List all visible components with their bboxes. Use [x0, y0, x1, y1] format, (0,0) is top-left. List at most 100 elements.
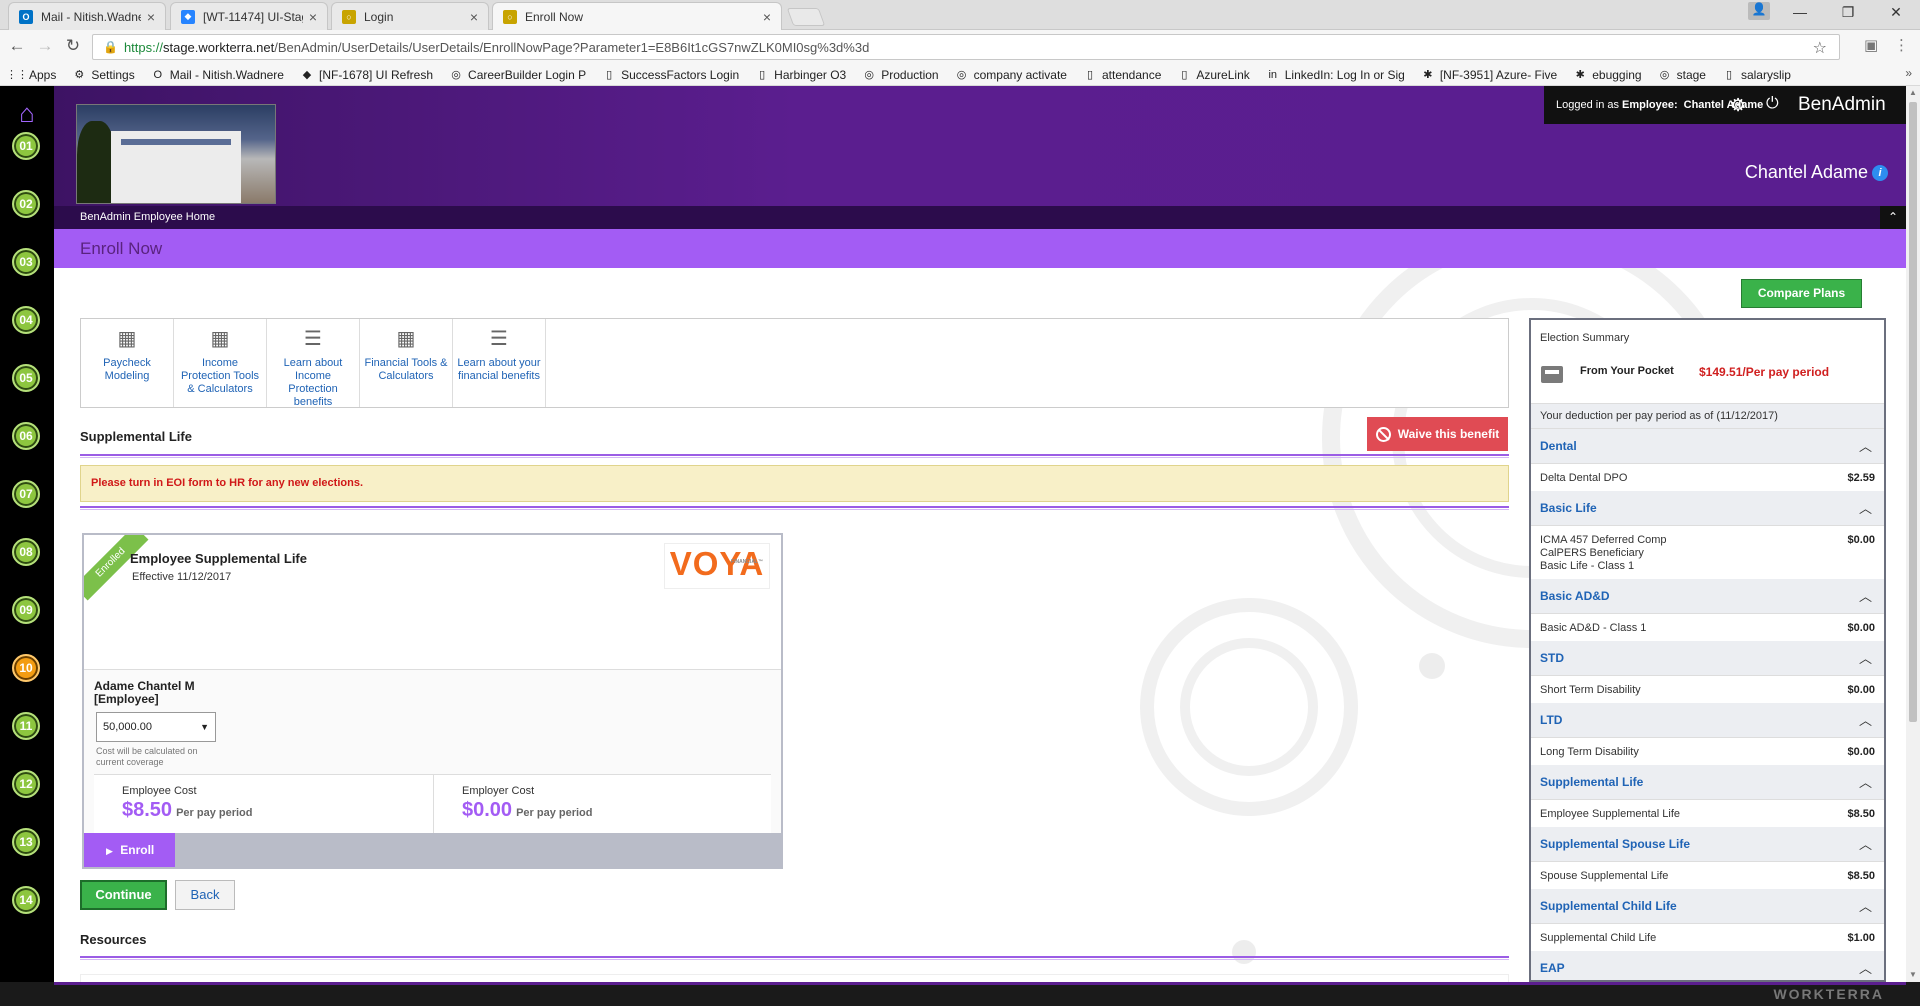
step-03[interactable]: 03	[12, 248, 40, 276]
tab-close-icon[interactable]: ×	[763, 9, 771, 25]
step-04[interactable]: 04	[12, 306, 40, 334]
waive-benefit-button[interactable]: Waive this benefit	[1367, 417, 1508, 451]
tab-close-icon[interactable]: ×	[470, 9, 478, 25]
chevron-up-icon[interactable]: ︿	[1859, 491, 1872, 526]
cost-row: Employee Cost $8.50 Per pay period Employ…	[94, 774, 771, 834]
tab-close-icon[interactable]: ×	[309, 9, 317, 25]
step-14[interactable]: 14	[12, 886, 40, 914]
bookmark-item[interactable]: ◎ stage	[1658, 68, 1706, 82]
chevron-up-icon[interactable]: ︿	[1859, 765, 1872, 800]
step-12[interactable]: 12	[12, 770, 40, 798]
reload-icon[interactable]: ↻	[62, 36, 84, 56]
bookmark-star-icon[interactable]: ☆	[1813, 38, 1827, 58]
bookmark-item[interactable]: ▯ attendance	[1083, 68, 1161, 82]
profile-icon[interactable]: 👤	[1748, 2, 1770, 20]
compare-plans-button[interactable]: Compare Plans	[1741, 279, 1862, 308]
browser-tab[interactable]: ○ Login ×	[331, 2, 489, 30]
extension-icon[interactable]: ▣	[1864, 36, 1878, 54]
chevron-up-icon[interactable]: ︿	[1859, 889, 1872, 924]
calculator-icon: ▦	[396, 328, 416, 350]
gear-icon[interactable]: ⚙	[1730, 95, 1746, 116]
step-06[interactable]: 06	[12, 422, 40, 450]
tool-link[interactable]: ☰ Learn about your financial benefits	[453, 319, 546, 407]
step-02[interactable]: 02	[12, 190, 40, 218]
back-arrow-icon[interactable]: ←	[6, 36, 28, 56]
step-01[interactable]: 01	[12, 132, 40, 160]
browser-tab[interactable]: O Mail - Nitish.Wadnere@ ×	[8, 2, 166, 30]
scroll-down-icon[interactable]: ▼	[1906, 968, 1920, 982]
bookmark-item[interactable]: ◎ company activate	[955, 68, 1067, 82]
chevron-up-icon[interactable]: ︿	[1859, 951, 1872, 980]
tab-favicon-icon: O	[19, 9, 33, 24]
step-08[interactable]: 08	[12, 538, 40, 566]
summary-category-header[interactable]: Supplemental Child Life ︿	[1531, 889, 1884, 924]
bookmark-item[interactable]: ✱ [NF-3951] Azure- Five	[1421, 68, 1557, 82]
chevron-up-icon[interactable]: ︿	[1859, 641, 1872, 676]
chevron-up-icon[interactable]: ︿	[1859, 579, 1872, 614]
maximize-icon[interactable]: ❐	[1828, 4, 1868, 21]
new-tab-button[interactable]	[786, 8, 826, 26]
browser-tab[interactable]: ◆ [WT-11474] UI-Stage an ×	[170, 2, 328, 30]
bookmark-item[interactable]: ◆ [NF-1678] UI Refresh	[300, 68, 433, 82]
back-button[interactable]: Back	[175, 880, 235, 910]
bookmark-item[interactable]: ▯ AzureLink	[1177, 68, 1249, 82]
bookmark-item[interactable]: O Mail - Nitish.Wadnere	[151, 68, 284, 82]
bookmark-item[interactable]: in LinkedIn: Log In or Sig	[1266, 68, 1404, 82]
bookmark-item[interactable]: ⋮⋮Apps	[10, 68, 56, 82]
power-icon[interactable]: ⏻	[1766, 95, 1779, 113]
coverage-amount-select[interactable]: 50,000.00 ▼	[96, 712, 216, 742]
step-10[interactable]: 10	[12, 654, 40, 682]
tool-link[interactable]: ▦ Paycheck Modeling	[81, 319, 174, 407]
continue-button[interactable]: Continue	[80, 880, 167, 910]
bookmarks-bar: ⋮⋮Apps ⚙ Settings O Mail - Nitish.Wadnere ◆ [N…	[0, 64, 1920, 86]
tool-link[interactable]: ▦ Financial Tools & Calculators	[360, 319, 453, 407]
employee-home-link[interactable]: BenAdmin Employee Home	[54, 206, 1906, 229]
step-07[interactable]: 07	[12, 480, 40, 508]
info-icon[interactable]: i	[1872, 165, 1888, 181]
collapse-header-button[interactable]: ⌃	[1880, 206, 1906, 229]
bookmarks-overflow-icon[interactable]: »	[1905, 66, 1912, 80]
category-name: Basic Life	[1540, 501, 1597, 515]
bookmark-item[interactable]: ✱ ebugging	[1573, 68, 1642, 82]
summary-category-header[interactable]: Basic Life ︿	[1531, 491, 1884, 526]
chevron-up-icon[interactable]: ︿	[1859, 429, 1872, 464]
page-scrollbar[interactable]: ▲ ▼	[1906, 86, 1920, 982]
address-bar[interactable]: 🔒 https:// stage.workterra.net /BenAdmin…	[92, 34, 1840, 60]
step-05[interactable]: 05	[12, 364, 40, 392]
minimize-icon[interactable]: —	[1780, 4, 1820, 20]
bookmark-item[interactable]: ▯ Harbinger O3	[755, 68, 846, 82]
close-window-icon[interactable]: ✕	[1876, 4, 1916, 21]
tab-close-icon[interactable]: ×	[147, 9, 155, 25]
forward-arrow-icon[interactable]: →	[34, 36, 56, 56]
bookmark-item[interactable]: ◎ Production	[862, 68, 938, 82]
tool-link[interactable]: ☰ Learn about Income Protection benefits	[267, 319, 360, 408]
summary-category-header[interactable]: STD ︿	[1531, 641, 1884, 676]
step-13[interactable]: 13	[12, 828, 40, 856]
browser-tab[interactable]: ○ Enroll Now ×	[492, 2, 782, 31]
menu-kebab-icon[interactable]: ⋮	[1894, 36, 1909, 54]
bookmark-item[interactable]: ▯ SuccessFactors Login	[602, 68, 739, 82]
line-item-amount: $0.00	[1847, 622, 1875, 634]
summary-category-header[interactable]: LTD ︿	[1531, 703, 1884, 738]
tool-label: Financial Tools & Calculators	[364, 357, 448, 382]
summary-category-header[interactable]: Dental ︿	[1531, 429, 1884, 464]
tool-link[interactable]: ▦ Income Protection Tools & Calculators	[174, 319, 267, 407]
summary-category-header[interactable]: Supplemental Life ︿	[1531, 765, 1884, 800]
apps-grid-icon: ⋮⋮	[10, 69, 28, 81]
chevron-up-icon[interactable]: ︿	[1859, 703, 1872, 738]
chevron-up-icon[interactable]: ︿	[1859, 827, 1872, 862]
summary-category-header[interactable]: Basic AD&D ︿	[1531, 579, 1884, 614]
summary-category-header[interactable]: Supplemental Spouse Life ︿	[1531, 827, 1884, 862]
step-09[interactable]: 09	[12, 596, 40, 624]
enroll-button[interactable]: ▶ Enroll	[84, 833, 175, 867]
step-11[interactable]: 11	[12, 712, 40, 740]
bookmark-item[interactable]: ◎ CareerBuilder Login P	[449, 68, 586, 82]
summary-category-header[interactable]: EAP ︿	[1531, 951, 1884, 980]
plan-card-footer: ▶ Enroll	[84, 833, 781, 867]
home-icon[interactable]: ⌂	[12, 100, 42, 126]
bookmark-item[interactable]: ▯ salaryslip	[1722, 68, 1791, 82]
scroll-thumb[interactable]	[1909, 102, 1917, 722]
bookmark-item[interactable]: ⚙ Settings	[72, 68, 134, 82]
background-decoration	[1419, 653, 1445, 679]
scroll-up-icon[interactable]: ▲	[1906, 86, 1920, 100]
